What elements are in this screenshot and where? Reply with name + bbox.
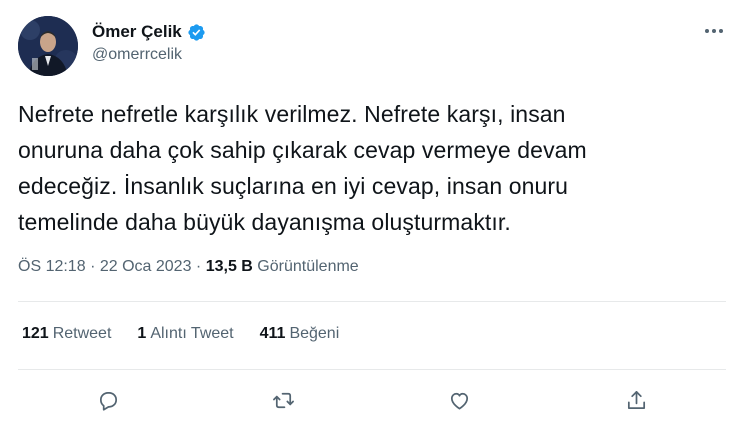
divider: [18, 301, 726, 302]
tweet-header: Ömer Çelik @omerrcelik: [18, 16, 728, 76]
tweet-text-line: edeceğiz. İnsanlık suçlarına en iyi ceva…: [18, 173, 569, 199]
tweet-stats: 121 Retweet 1 Alıntı Tweet 411 Beğeni: [22, 325, 365, 343]
tweet-text-line: temelinde daha büyük dayanışma oluşturma…: [18, 209, 511, 235]
retweet-label: Retweet: [52, 325, 112, 342]
like-label: Beğeni: [289, 325, 340, 342]
tweet-time[interactable]: ÖS 12:18: [18, 258, 86, 275]
like-count: 411: [259, 325, 286, 342]
divider: [18, 369, 726, 370]
reply-icon[interactable]: [95, 387, 121, 413]
quote-stat[interactable]: 1 Alıntı Tweet: [137, 325, 233, 343]
retweet-count: 121: [22, 325, 49, 342]
author-info: Ömer Çelik @omerrcelik: [92, 22, 206, 64]
quote-count: 1: [137, 325, 147, 342]
avatar[interactable]: [18, 16, 78, 76]
retweet-icon[interactable]: [270, 387, 296, 413]
more-icon[interactable]: [700, 20, 728, 42]
tweet-text: Nefrete nefretle karşılık verilmez. Nefr…: [18, 96, 718, 240]
quote-label: Alıntı Tweet: [150, 325, 234, 342]
tweet-date[interactable]: 22 Oca 2023: [100, 258, 192, 275]
meta-separator: ·: [90, 258, 96, 275]
retweet-stat[interactable]: 121 Retweet: [22, 325, 111, 343]
views-label: Görüntülenme: [257, 258, 359, 275]
share-icon[interactable]: [623, 387, 649, 413]
meta-separator: ·: [195, 258, 202, 275]
like-icon[interactable]: [446, 387, 472, 413]
tweet-actions: [18, 383, 728, 417]
tweet-text-line: Nefrete nefretle karşılık verilmez. Nefr…: [18, 101, 566, 127]
tweet-text-line: onuruna daha çok sahip çıkarak cevap ver…: [18, 137, 587, 163]
views-count: 13,5 B: [205, 258, 253, 275]
author-handle[interactable]: @omerrcelik: [92, 46, 206, 64]
author-name[interactable]: Ömer Çelik: [92, 22, 182, 42]
verified-badge-icon: [187, 23, 206, 42]
tweet-meta: ÖS 12:18 · 22 Oca 2023 · 13,5 B Görüntül…: [18, 258, 359, 276]
like-stat[interactable]: 411 Beğeni: [260, 325, 340, 343]
